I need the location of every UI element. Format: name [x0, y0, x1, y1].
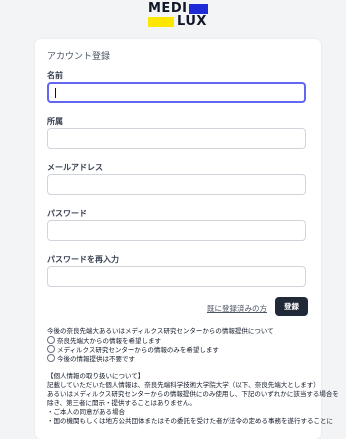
affiliation-input[interactable] [47, 128, 306, 149]
logo-yellow-block [148, 16, 174, 27]
name-label: 名前 [47, 71, 63, 80]
privacy-text-line: 除き、第三者に開示・提供することはありません。 [47, 399, 196, 407]
register-button[interactable]: 登録 [275, 297, 308, 316]
logo-text-lux: LUX [177, 14, 207, 29]
medilux-logo: MEDI LUX [148, 2, 208, 28]
info-question: 今後の奈良先端大あるいはメディルクス研究センターからの情報提供について [47, 327, 274, 335]
radio-icon[interactable] [47, 345, 55, 353]
radio-icon[interactable] [47, 354, 55, 362]
info-option-none[interactable]: 今後の情報提供は不要です [47, 353, 135, 363]
name-input[interactable] [47, 82, 306, 103]
already-registered-link[interactable]: 既に登録済みの方 [207, 303, 267, 314]
email-input[interactable] [47, 174, 306, 195]
privacy-heading: 【個人情報の取り扱いについて】 [47, 372, 145, 380]
privacy-text-line: ・国の機関もしくは地方公共団体またはその委託を受けた者が法令の定める事務を遂行す… [47, 417, 333, 425]
affiliation-label: 所属 [47, 117, 63, 126]
privacy-text-line: ・ご本人の同意がある場合 [47, 408, 125, 416]
password-confirm-label: パスワードを再入力 [47, 255, 119, 264]
registration-card: アカウント登録 名前 所属 メールアドレス パスワード パスワードを再入力 既に… [35, 39, 339, 439]
password-confirm-input[interactable] [47, 266, 306, 287]
logo-blue-block [189, 3, 208, 14]
page-title: アカウント登録 [47, 52, 111, 62]
password-input[interactable] [47, 220, 306, 241]
info-option-label: 今後の情報提供は不要です [57, 355, 135, 363]
privacy-text-line: 記載していただいた個人情報は、奈良先端科学技術大学院大学（以下、奈良先端大としま… [47, 381, 320, 389]
text-caret [55, 88, 56, 98]
radio-icon[interactable] [47, 336, 55, 344]
password-label: パスワード [47, 209, 87, 218]
email-label: メールアドレス [47, 163, 103, 172]
privacy-text-line: あるいはメディルクス研究センターからの情報提供にのみ使用し、下記のいずれかに該当… [47, 390, 339, 398]
